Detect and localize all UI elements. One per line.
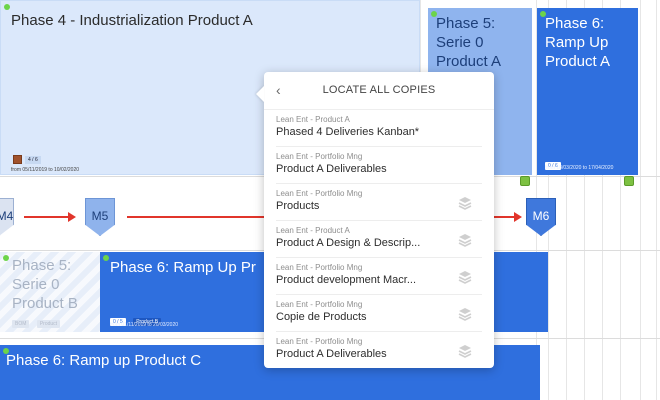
layers-icon [458, 197, 472, 210]
card-title: Phase 6: Ramp Up Product A [545, 15, 611, 70]
card-dates: from 01/11/2019 to 20/03/2020 [110, 322, 179, 328]
card-title: Phase 6: Ramp up Product C [6, 352, 202, 369]
status-dot [103, 255, 109, 261]
milestone-label: M6 [532, 209, 550, 223]
locate-copies-popup: ‹ LOCATE ALL COPIES Lean Ent - Product A… [264, 72, 494, 368]
item-board: Lean Ent - Portfolio Mng [276, 152, 363, 161]
item-board: Lean Ent - Portfolio Mng [276, 189, 363, 198]
item-title: Phased 4 Deliveries Kanban* [276, 126, 420, 138]
item-board: Lean Ent - Portfolio Mng [276, 337, 363, 346]
item-board: Lean Ent - Product A [276, 226, 350, 235]
phase6a-card[interactable]: Phase 6: Ramp Up Product A 0 / 6 from 18… [537, 8, 638, 175]
card-title: Phase 6: Ramp Up Pr [110, 259, 256, 276]
item-title: Copie de Products [276, 311, 367, 323]
list-item[interactable]: Lean Ent - Portfolio Mng Copie de Produc… [276, 295, 482, 332]
list-item[interactable]: Lean Ent - Product A Product A Design & … [276, 221, 482, 258]
item-title: Product A Deliverables [276, 163, 387, 175]
layers-icon [458, 234, 472, 247]
item-title: Product A Deliverables [276, 348, 387, 360]
list-item[interactable]: Lean Ent - Portfolio Mng Product A Deliv… [276, 332, 482, 369]
copies-list: Lean Ent - Product A Phased 4 Deliveries… [264, 110, 494, 369]
list-item[interactable]: Lean Ent - Portfolio Mng Product A Deliv… [276, 147, 482, 184]
list-item[interactable]: Lean Ent - Portfolio Mng Product develop… [276, 258, 482, 295]
popup-header: ‹ LOCATE ALL COPIES [264, 72, 494, 110]
item-board: Lean Ent - Portfolio Mng [276, 263, 363, 272]
item-board: Lean Ent - Portfolio Mng [276, 300, 363, 309]
status-dot [3, 255, 9, 261]
tag: Product [36, 320, 61, 328]
list-item[interactable]: Lean Ent - Product A Phased 4 Deliveries… [276, 110, 482, 147]
milestone-label: M5 [91, 209, 109, 223]
milestone-m4[interactable]: M4 [0, 198, 14, 236]
card-title: Phase 5: Serie 0 Product B [12, 257, 78, 312]
layers-icon [458, 271, 472, 284]
phase5b-card[interactable]: Phase 5: Serie 0 Product B BOM Product [0, 252, 100, 332]
checklist-count: 4 / 6 [25, 156, 41, 164]
card-dates: from 05/11/2019 to 10/02/2020 [11, 167, 80, 173]
list-item[interactable]: Lean Ent - Portfolio Mng Products [276, 184, 482, 221]
card-title: Phase 4 - Industrialization Product A [11, 12, 253, 29]
tag: BOM [12, 320, 30, 328]
popup-title: LOCATE ALL COPIES [322, 84, 436, 96]
flag-icon[interactable] [520, 176, 530, 186]
status-dot [4, 4, 10, 10]
card-title: Phase 5: Serie 0 Product A [436, 15, 502, 70]
card-dates: from 18/03/2020 to 17/04/2020 [545, 165, 614, 171]
item-title: Product A Design & Descrip... [276, 237, 421, 249]
item-title: Products [276, 200, 320, 212]
milestone-m5[interactable]: M5 [85, 198, 115, 236]
milestone-label: M4 [0, 209, 14, 223]
dependency-arrow [24, 212, 76, 222]
layers-icon [458, 308, 472, 321]
milestone-m6[interactable]: M6 [526, 198, 556, 236]
dependency-arrow [127, 212, 273, 222]
item-title: Product development Macr... [276, 274, 417, 286]
avatar [13, 155, 22, 164]
item-board: Lean Ent - Product A [276, 115, 350, 124]
dependency-arrow [494, 212, 522, 222]
layers-icon [458, 345, 472, 358]
flag-icon[interactable] [624, 176, 634, 186]
